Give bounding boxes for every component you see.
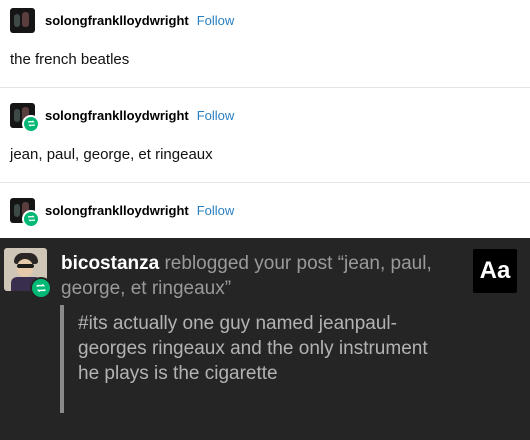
post-2-username[interactable]: solongfranklloydwright [45, 108, 189, 123]
post-2-text: jean, paul, george, et ringeaux [10, 146, 213, 163]
post-2-follow-button[interactable]: Follow [197, 108, 235, 123]
notification-tags: #its actually one guy named jeanpaul-geo… [78, 313, 428, 384]
user-avatar[interactable] [10, 7, 35, 33]
post-1-header: solongfranklloydwright Follow [10, 7, 234, 33]
user-avatar[interactable] [10, 102, 40, 133]
post-3-username[interactable]: solongfranklloydwright [45, 203, 189, 218]
notification-username[interactable]: bicostanza [61, 253, 159, 274]
reblog-icon [22, 114, 40, 133]
reblog-icon [22, 209, 40, 228]
post-1-username[interactable]: solongfranklloydwright [45, 13, 189, 28]
font-size-button[interactable]: Aa [473, 249, 517, 293]
reblog-notification[interactable]: bicostanza reblogged your post “jean, pa… [0, 238, 530, 440]
notification-headline: bicostanza reblogged your post “jean, pa… [61, 251, 451, 301]
post-3: solongfranklloydwright Follow [0, 183, 530, 238]
post-1-text: the french beatles [10, 51, 130, 68]
post-2: solongfranklloydwright Follow jean, paul… [0, 88, 530, 182]
post-2-header: solongfranklloydwright Follow [10, 102, 235, 133]
post-3-follow-button[interactable]: Follow [197, 203, 235, 218]
post-3-header: solongfranklloydwright Follow [10, 197, 235, 228]
post-1-follow-button[interactable]: Follow [197, 13, 235, 28]
user-avatar[interactable] [10, 197, 40, 228]
reblog-icon [30, 277, 52, 299]
post-1: solongfranklloydwright Follow the french… [0, 0, 530, 87]
quote-bar [60, 305, 64, 413]
